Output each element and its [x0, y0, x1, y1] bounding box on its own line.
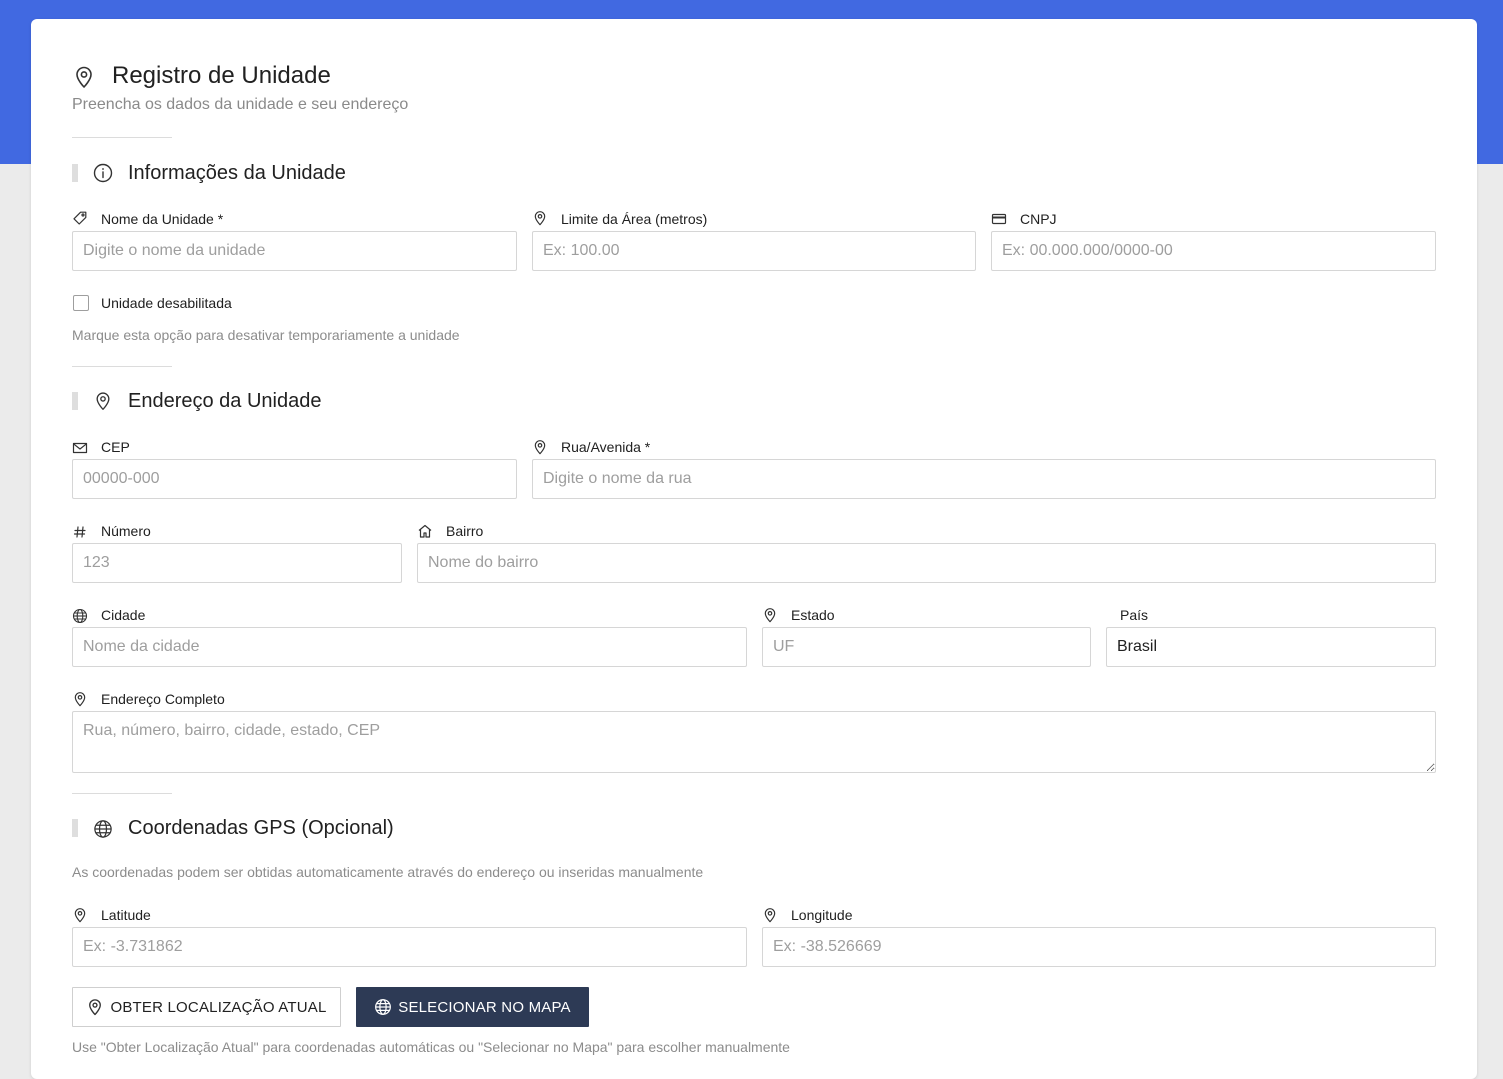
longitude-label: Longitude	[791, 907, 853, 923]
map-pin-icon	[72, 691, 88, 707]
number-input[interactable]	[72, 543, 402, 583]
section-title-info: Informações da Unidade	[128, 162, 346, 184]
cep-label: CEP	[101, 439, 130, 455]
gps-description: As coordenadas podem ser obtidas automat…	[72, 864, 704, 880]
unit-disabled-label: Unidade desabilitada	[101, 295, 232, 311]
divider	[72, 366, 172, 367]
country-label: País	[1120, 607, 1149, 623]
map-pin-icon	[762, 907, 778, 923]
unit-disabled-hint: Marque esta opção para desativar tempora…	[72, 327, 460, 343]
street-label: Rua/Avenida *	[561, 439, 651, 455]
map-pin-icon	[93, 391, 113, 411]
get-current-location-label: OBTER LOCALIZAÇÃO ATUAL	[110, 998, 327, 1016]
unit-name-label: Nome da Unidade *	[101, 211, 224, 227]
globe-icon	[72, 608, 88, 624]
unit-name-input[interactable]	[72, 231, 517, 271]
cnpj-label: CNPJ	[1020, 211, 1057, 227]
section-accent-bar	[72, 392, 78, 410]
city-input[interactable]	[72, 627, 747, 667]
tag-icon	[72, 210, 88, 226]
area-limit-input[interactable]	[532, 231, 976, 271]
mail-icon	[72, 440, 88, 456]
section-accent-bar	[72, 164, 78, 182]
area-limit-label: Limite da Área (metros)	[561, 211, 708, 227]
map-pin-icon	[762, 607, 778, 623]
latitude-label: Latitude	[101, 907, 151, 923]
footer-hint: Use "Obter Localização Atual" para coord…	[72, 1039, 790, 1055]
map-pin-icon	[72, 65, 96, 89]
hash-icon	[72, 524, 88, 540]
number-label: Número	[101, 523, 151, 539]
latitude-input[interactable]	[72, 927, 747, 967]
map-pin-icon	[532, 210, 548, 226]
section-title-gps: Coordenadas GPS (Opcional)	[128, 817, 394, 839]
globe-icon	[374, 998, 392, 1016]
unit-disabled-checkbox[interactable]	[73, 295, 89, 311]
globe-icon	[93, 819, 113, 839]
full-address-label: Endereço Completo	[101, 691, 225, 707]
city-label: Cidade	[101, 607, 146, 623]
neighborhood-input[interactable]	[417, 543, 1436, 583]
country-input[interactable]	[1106, 627, 1436, 667]
map-pin-icon	[86, 998, 104, 1016]
longitude-input[interactable]	[762, 927, 1436, 967]
divider	[72, 793, 172, 794]
map-pin-icon	[532, 439, 548, 455]
get-current-location-button[interactable]: OBTER LOCALIZAÇÃO ATUAL	[72, 987, 341, 1027]
credit-card-icon	[991, 211, 1007, 227]
section-title-address: Endereço da Unidade	[128, 390, 322, 412]
street-input[interactable]	[532, 459, 1436, 499]
page-subtitle: Preencha os dados da unidade e seu ender…	[72, 96, 409, 113]
full-address-textarea[interactable]	[72, 711, 1436, 773]
home-icon	[417, 523, 433, 539]
neighborhood-label: Bairro	[446, 523, 484, 539]
section-accent-bar	[72, 819, 78, 837]
cnpj-input[interactable]	[991, 231, 1436, 271]
select-on-map-label: SELECIONAR NO MAPA	[398, 998, 571, 1016]
state-label: Estado	[791, 607, 835, 623]
divider	[72, 137, 172, 138]
cep-input[interactable]	[72, 459, 517, 499]
page-title: Registro de Unidade	[112, 62, 331, 89]
info-circle-icon	[93, 163, 113, 183]
state-input[interactable]	[762, 627, 1091, 667]
select-on-map-button[interactable]: SELECIONAR NO MAPA	[356, 987, 589, 1027]
map-pin-icon	[72, 907, 88, 923]
unit-registration-card: Registro de Unidade Preencha os dados da…	[31, 19, 1477, 1079]
